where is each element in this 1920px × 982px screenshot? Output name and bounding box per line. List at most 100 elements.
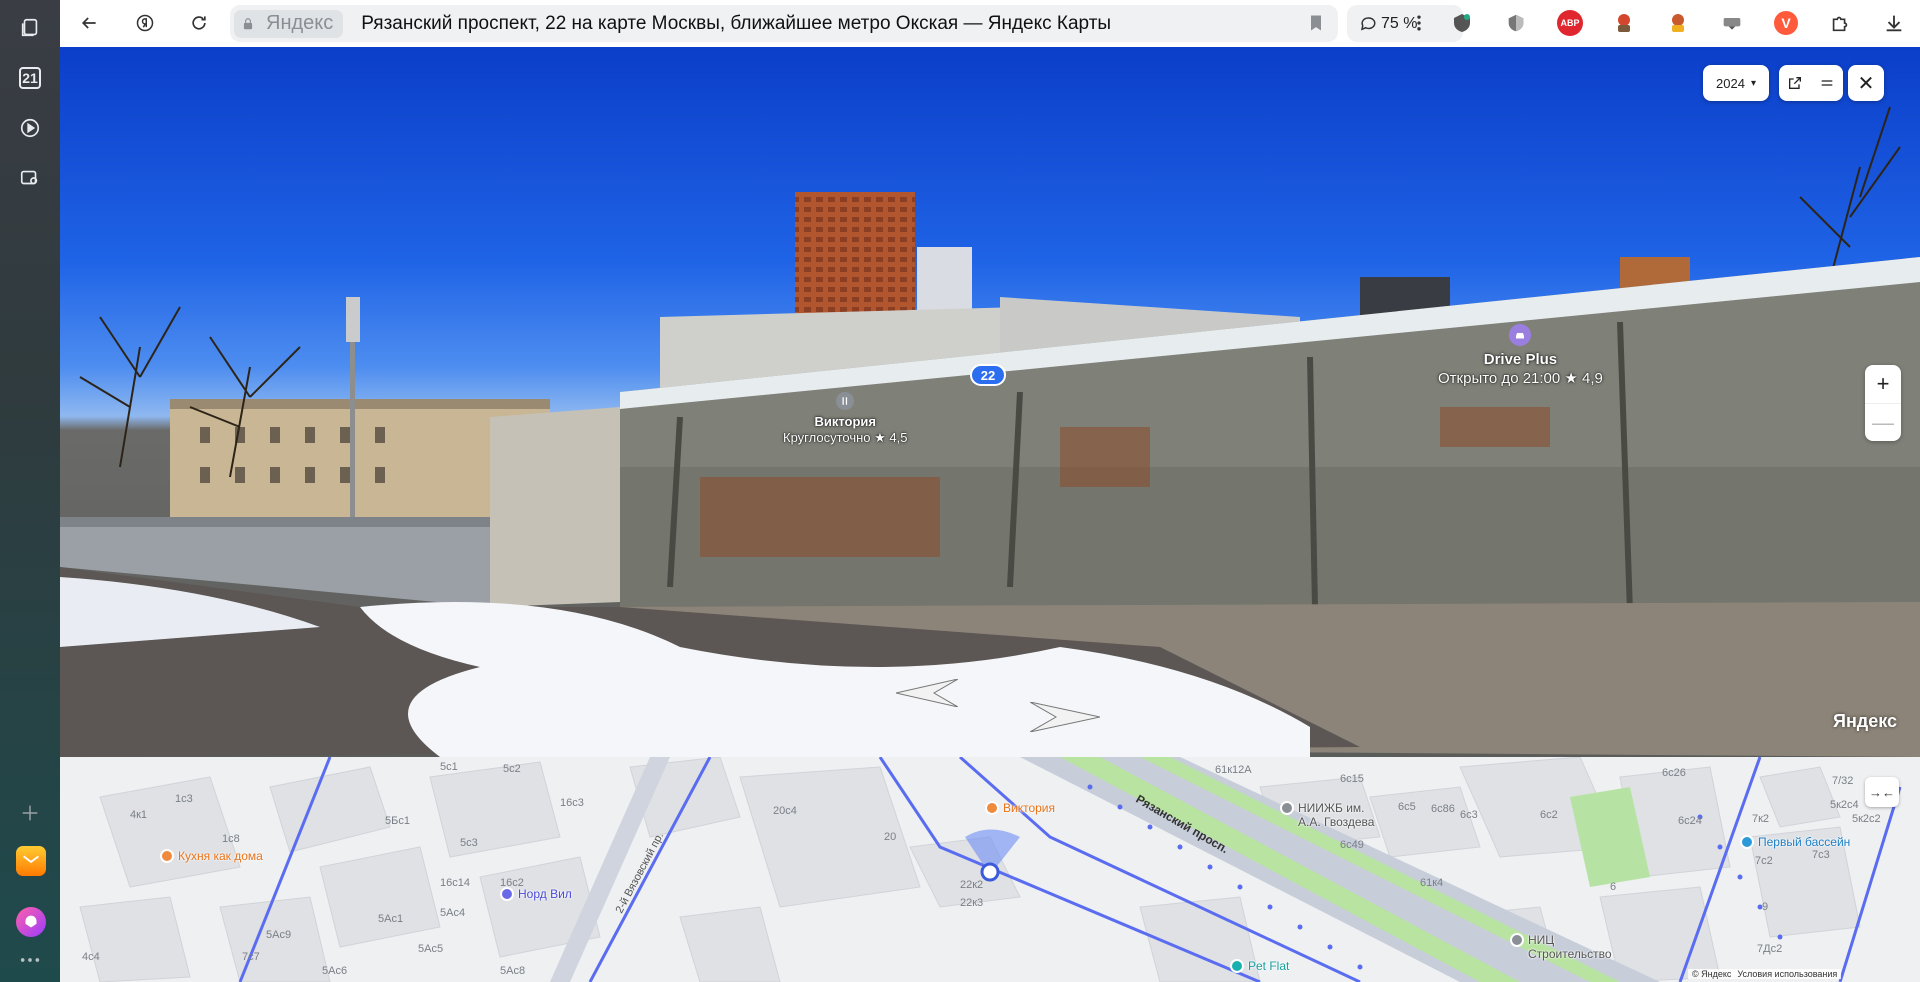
poi-victoria-map[interactable]: Виктория — [985, 801, 1055, 815]
building-label: 5с1 — [440, 761, 458, 773]
extension-hero-icon[interactable] — [1611, 10, 1637, 36]
cafe-icon — [160, 849, 174, 863]
building-label: 6с26 — [1662, 767, 1686, 779]
collections-icon[interactable] — [14, 12, 46, 44]
extension-hero2-icon[interactable] — [1665, 10, 1691, 36]
institute-icon — [1280, 801, 1294, 815]
play-icon[interactable] — [14, 112, 46, 144]
alice-assistant-icon[interactable] — [16, 907, 46, 937]
building-label: 6с5 — [1398, 801, 1416, 813]
calendar-day: 21 — [19, 67, 41, 89]
building-label: 4с4 — [82, 951, 100, 963]
split-view-icon[interactable] — [1811, 65, 1843, 101]
more-icon[interactable] — [14, 950, 46, 970]
copyright-text: © Яндекс — [1692, 969, 1732, 979]
building-label: 7к2 — [1752, 813, 1770, 825]
building-label: 5к2с2 — [1852, 813, 1881, 825]
extension-shield-alert-icon[interactable] — [1449, 10, 1475, 36]
poi-victoria[interactable]: Виктория Круглосуточно ★ 4,5 — [783, 392, 907, 446]
poi-drive-plus[interactable]: Drive Plus Открыто до 21:00 ★ 4,9 — [1438, 324, 1603, 388]
abp-label: ABP — [1557, 10, 1583, 36]
yandex-logo-icon[interactable] — [130, 8, 160, 38]
poi-pool-label: Первый бассейн — [1758, 835, 1851, 849]
nav-arrow-forward-icon[interactable] — [1030, 702, 1100, 732]
poi-drive-rating: ★ 4,9 — [1564, 370, 1603, 387]
vpn-extension-icon[interactable]: V — [1773, 10, 1799, 36]
building-label: 7Дс2 — [1757, 943, 1783, 955]
street-panorama[interactable]: 2024 ▾ ✕ + — 22 Виктория Круглосуточно ★… — [60, 47, 1920, 757]
poi-niizhb-label-2: А.А. Гвоздева — [1298, 815, 1375, 829]
poi-drive-status: Открыто до 21:00 — [1438, 370, 1561, 387]
building-label: 22к3 — [960, 897, 984, 909]
address-domain[interactable]: Яндекс — [262, 9, 344, 38]
poi-nic[interactable]: НИЦ Строительство — [1510, 933, 1612, 961]
building-label: 7с7 — [242, 951, 260, 963]
reload-icon[interactable] — [184, 8, 214, 38]
chevron-down-icon: ▾ — [1750, 77, 1756, 89]
close-panorama-button[interactable]: ✕ — [1848, 65, 1884, 101]
lock-icon[interactable] — [234, 9, 262, 38]
restaurant-icon — [836, 392, 855, 410]
building-label: 7с3 — [1812, 849, 1830, 861]
poi-petflat[interactable]: Pet Flat — [1230, 959, 1289, 973]
zoom-out-button[interactable]: — — [1865, 403, 1901, 441]
house-number-badge[interactable]: 22 — [970, 364, 1006, 386]
open-external-icon[interactable] — [1779, 65, 1811, 101]
extension-shield-icon[interactable] — [1503, 10, 1529, 36]
building-label: 5Ас4 — [440, 907, 466, 919]
building-label: 6с49 — [1340, 839, 1364, 851]
poi-niizhb-label: НИИЖБ им. — [1298, 801, 1365, 815]
calendar-icon[interactable]: 21 — [14, 62, 46, 94]
building-label: 1с8 — [222, 833, 240, 845]
building-label: 5Ас5 — [418, 943, 444, 955]
restaurant-icon — [985, 801, 999, 815]
bookmark-icon[interactable] — [1306, 12, 1326, 39]
current-location-marker[interactable] — [980, 862, 1000, 882]
building-label: 20 — [884, 831, 897, 843]
building-label: 6с2 — [1540, 809, 1558, 821]
building-label: 61к12А — [1215, 764, 1252, 776]
browser-toolbar: Яндекс Рязанский проспект, 22 на карте М… — [60, 0, 1920, 47]
shop-icon — [500, 887, 514, 901]
extension-card-icon[interactable] — [1719, 10, 1745, 36]
map-copyright: © Яндекс Условия использования — [1688, 969, 1842, 979]
mail-icon[interactable] — [16, 846, 46, 876]
building-label: 9 — [1762, 901, 1769, 913]
poi-pool[interactable]: Первый бассейн — [1740, 835, 1850, 849]
year-select[interactable]: 2024 ▾ — [1703, 65, 1769, 101]
menu-kebab-icon[interactable] — [1404, 8, 1434, 38]
building-label: 7с2 — [1755, 855, 1773, 867]
building-label: 6с86 — [1431, 803, 1455, 815]
download-icon[interactable] — [1881, 10, 1907, 36]
panorama-scene — [60, 106, 1920, 757]
panorama-view-controls — [1779, 65, 1843, 101]
building-label: 6с15 — [1340, 773, 1364, 785]
extensions-puzzle-icon[interactable] — [1827, 10, 1853, 36]
nav-arrow-back-icon[interactable] — [896, 679, 958, 707]
poi-kitchen[interactable]: Кухня как дома — [160, 849, 263, 863]
poi-victoria-rating: ★ 4,5 — [874, 430, 908, 445]
building-label: 5Ас8 — [500, 965, 526, 977]
zoom-in-button[interactable]: + — [1865, 365, 1901, 403]
poi-nord[interactable]: Норд Вил — [500, 887, 572, 901]
map-canvas — [79, 757, 1902, 982]
mini-map[interactable]: 5с1 5с2 1с3 4к1 16с3 5Бс1 5с3 1с8 16с2 1… — [60, 757, 1920, 982]
building-label: 5с2 — [503, 763, 521, 775]
screenshot-icon[interactable] — [14, 162, 46, 194]
back-icon[interactable] — [74, 8, 104, 38]
poi-niizhb[interactable]: НИИЖБ им. А.А. Гвоздева — [1280, 801, 1374, 829]
pool-icon — [1740, 835, 1754, 849]
address-bar[interactable]: Яндекс Рязанский проспект, 22 на карте М… — [230, 5, 1338, 42]
building-label: 6с3 — [1460, 809, 1478, 821]
poi-kitchen-label: Кухня как дома — [178, 849, 263, 863]
page-title[interactable]: Рязанский проспект, 22 на карте Москвы, … — [361, 13, 1111, 35]
terms-link[interactable]: Условия использования — [1737, 969, 1837, 979]
building-label: 5Ас1 — [378, 913, 404, 925]
adblock-plus-icon[interactable]: ABP — [1557, 10, 1583, 36]
poi-nic-label: НИЦ — [1528, 933, 1555, 947]
add-panel-icon[interactable] — [14, 797, 46, 829]
map-collapse-button[interactable]: →← — [1865, 777, 1899, 807]
building-label: 5Ас6 — [322, 965, 348, 977]
poi-petflat-label: Pet Flat — [1248, 959, 1290, 973]
building-label: 1с3 — [175, 793, 193, 805]
